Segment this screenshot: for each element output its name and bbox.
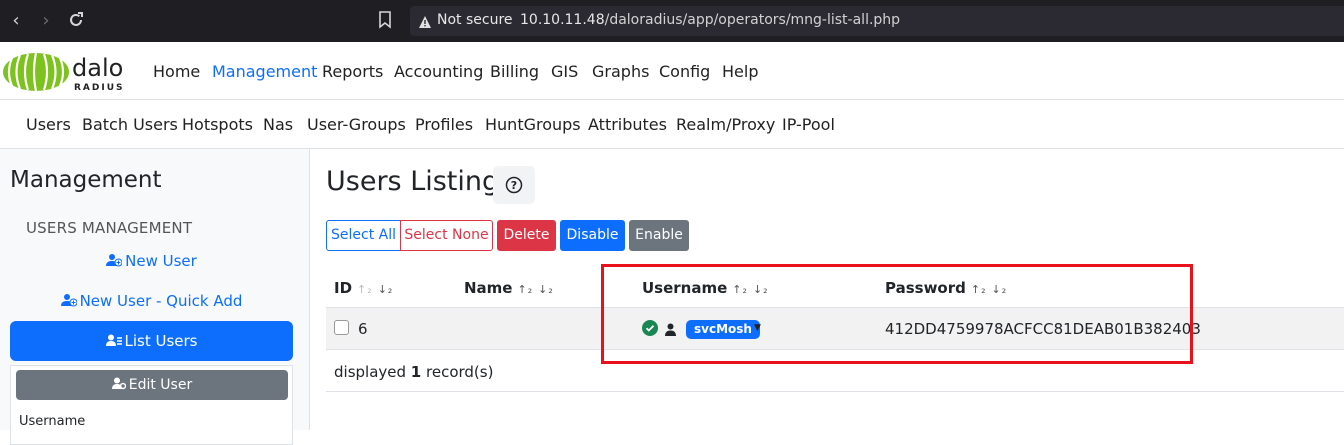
- new-user-quick-label: New User - Quick Add: [79, 292, 243, 310]
- subnav-ip-pool[interactable]: IP-Pool: [782, 115, 835, 134]
- page-title: Users Listing: [326, 166, 500, 197]
- sort-desc-icon[interactable]: ↓₂: [378, 283, 394, 296]
- nav-management[interactable]: Management: [212, 62, 317, 81]
- top-navbar: dalo RADIUS Home Management Reports Acco…: [0, 42, 1344, 100]
- sort-asc-icon[interactable]: ↑₂: [517, 283, 533, 296]
- sort-asc-icon[interactable]: ↑₂: [357, 283, 373, 296]
- nav-home[interactable]: Home: [153, 62, 200, 81]
- subnav-user-groups[interactable]: User-Groups: [307, 115, 406, 134]
- list-users-label: List Users: [124, 332, 198, 350]
- subnav-huntgroups[interactable]: HuntGroups: [485, 115, 581, 134]
- records-suffix: record(s): [426, 363, 494, 381]
- records-count: displayed 1 record(s): [334, 363, 493, 381]
- select-none-button[interactable]: Select None: [400, 220, 493, 251]
- question-circle-icon: ?: [505, 176, 523, 194]
- nav-accounting[interactable]: Accounting: [394, 62, 483, 81]
- edit-user-panel: Edit User Username: [10, 365, 293, 445]
- new-user-label: New User: [125, 252, 197, 270]
- browser-toolbar: ‹ › Not secure 10.10.11.48/daloradius/ap…: [0, 0, 1344, 42]
- forward-icon[interactable]: ›: [36, 11, 56, 31]
- select-all-button[interactable]: Select All: [326, 220, 401, 251]
- bookmark-icon[interactable]: [378, 11, 398, 31]
- subnav-attributes[interactable]: Attributes: [588, 115, 667, 134]
- nav-gis[interactable]: GIS: [551, 62, 578, 81]
- sort-desc-icon[interactable]: ↓₂: [538, 283, 554, 296]
- column-name-label: Name: [464, 279, 513, 297]
- sidebar-title: Management: [10, 167, 162, 193]
- logo-brand-bottom: RADIUS: [74, 83, 125, 93]
- help-button[interactable]: ?: [493, 166, 535, 204]
- subnav-users[interactable]: Users: [26, 115, 71, 134]
- daloradius-logo[interactable]: dalo RADIUS: [2, 50, 142, 94]
- subnav-batch-users[interactable]: Batch Users: [82, 115, 178, 134]
- warning-icon: [418, 14, 432, 28]
- delete-button[interactable]: Delete: [497, 220, 556, 251]
- records-prefix: displayed: [334, 363, 407, 381]
- svg-text:?: ?: [511, 179, 517, 192]
- column-header-name[interactable]: Name ↑₂ ↓₂: [464, 279, 554, 297]
- nav-help[interactable]: Help: [722, 62, 758, 81]
- user-list-icon: [105, 334, 122, 346]
- column-header-id[interactable]: ID ↑₂ ↓₂: [334, 279, 393, 297]
- edit-user-label: Edit User: [128, 377, 193, 393]
- edit-user-button[interactable]: Edit User: [16, 370, 288, 400]
- not-secure-label: Not secure: [437, 12, 513, 28]
- user-gear-icon: [111, 377, 126, 390]
- username-field-label: Username: [19, 414, 86, 429]
- subnav-realm-proxy[interactable]: Realm/Proxy: [676, 115, 775, 134]
- list-users-button[interactable]: List Users: [10, 321, 293, 361]
- url-host: 10.10.11.48: [520, 12, 605, 28]
- highlight-box: [601, 264, 1193, 364]
- row-id: 6: [358, 320, 368, 338]
- records-number: 1: [410, 363, 422, 381]
- reload-icon[interactable]: [66, 11, 86, 31]
- nav-reports[interactable]: Reports: [322, 62, 383, 81]
- nav-billing[interactable]: Billing: [490, 62, 539, 81]
- nav-graphs[interactable]: Graphs: [592, 62, 649, 81]
- nav-config[interactable]: Config: [659, 62, 710, 81]
- sidebar-section-heading: USERS MANAGEMENT: [26, 219, 193, 237]
- row-checkbox[interactable]: [334, 320, 349, 335]
- subnav-hotspots[interactable]: Hotspots: [182, 115, 253, 134]
- new-user-quick-link[interactable]: New User - Quick Add: [10, 292, 293, 310]
- user-plus-icon: [60, 294, 77, 307]
- user-plus-icon: [106, 254, 123, 267]
- subnav-profiles[interactable]: Profiles: [415, 115, 473, 134]
- new-user-link[interactable]: New User: [10, 252, 293, 270]
- logo-brand-top: dalo: [72, 54, 123, 82]
- enable-button[interactable]: Enable: [629, 220, 689, 251]
- column-id-label: ID: [334, 279, 353, 297]
- sub-navbar: Users Batch Users Hotspots Nas User-Grou…: [0, 100, 1344, 149]
- address-bar[interactable]: Not secure 10.10.11.48/daloradius/app/op…: [410, 6, 1344, 36]
- url-path: /daloradius/app/operators/mng-list-all.p…: [604, 12, 901, 28]
- back-icon[interactable]: ‹: [6, 11, 26, 31]
- subnav-nas[interactable]: Nas: [263, 115, 293, 134]
- disable-button[interactable]: Disable: [560, 220, 625, 251]
- sidebar: Management USERS MANAGEMENT New User New…: [0, 149, 310, 445]
- url-text: 10.10.11.48/daloradius/app/operators/mng…: [520, 12, 900, 28]
